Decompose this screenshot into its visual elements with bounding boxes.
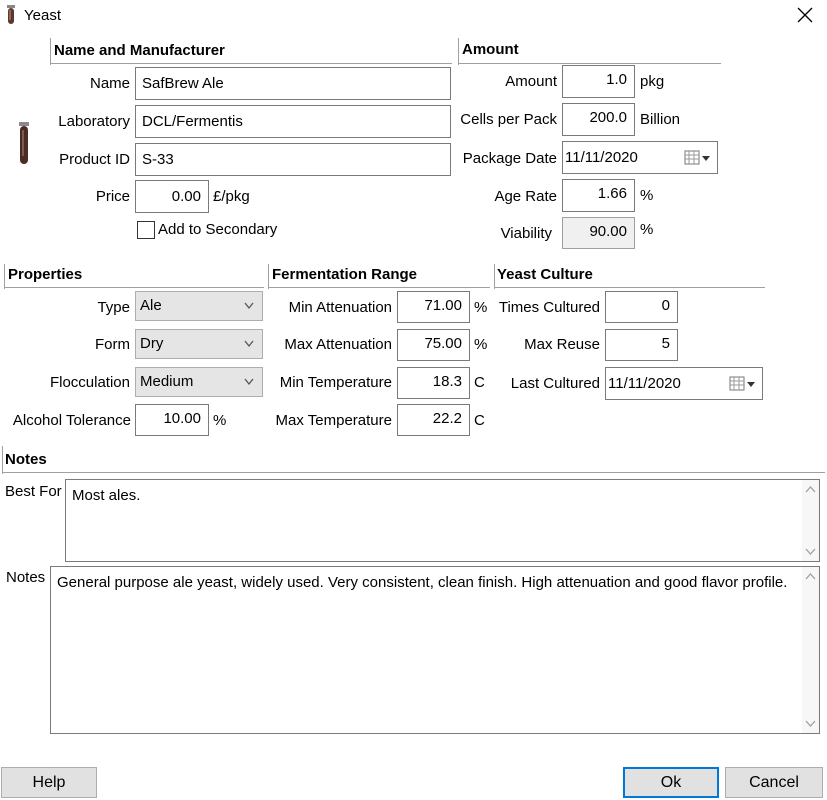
form-label: Form — [95, 336, 130, 353]
max-attenuation-input[interactable]: 75.00 — [397, 329, 470, 361]
section-amount: Amount — [462, 41, 519, 58]
flocculation-value: Medium — [140, 373, 194, 390]
scroll-up-icon[interactable] — [805, 573, 816, 580]
name-label: Name — [89, 75, 130, 92]
type-label: Type — [97, 299, 130, 316]
age-rate-label: Age Rate — [494, 188, 557, 205]
times-cultured-label: Times Cultured — [498, 299, 600, 316]
max-attenuation-unit: % — [474, 336, 488, 353]
max-temperature-input[interactable]: 22.2 — [397, 404, 470, 436]
alcohol-tolerance-label: Alcohol Tolerance — [12, 412, 131, 429]
alcohol-tolerance-unit: % — [213, 412, 227, 429]
min-attenuation-label: Min Attenuation — [288, 299, 392, 316]
price-input[interactable]: 0.00 — [135, 180, 209, 213]
package-date-input[interactable]: 11/11/2020 — [562, 141, 718, 174]
form-select[interactable]: Dry — [135, 329, 263, 359]
type-value: Ale — [140, 297, 162, 314]
notes-label: Notes — [6, 569, 46, 586]
package-date-label: Package Date — [462, 150, 557, 167]
title-bar: Yeast — [0, 0, 827, 32]
section-properties: Properties — [8, 266, 83, 283]
flocculation-select[interactable]: Medium — [135, 367, 263, 397]
max-temperature-unit: C — [474, 412, 485, 429]
name-input[interactable]: SafBrew Ale — [135, 67, 451, 100]
last-cultured-value: 11/11/2020 — [608, 375, 681, 392]
notes-textarea[interactable]: General purpose ale yeast, widely used. … — [50, 566, 820, 734]
alcohol-tolerance-input[interactable]: 10.00 — [135, 404, 209, 436]
cells-per-pack-input[interactable]: 200.0 — [562, 103, 635, 136]
calendar-dropdown-icon[interactable] — [728, 374, 758, 394]
cancel-button[interactable]: Cancel — [725, 767, 823, 798]
chevron-down-icon — [244, 378, 254, 386]
max-reuse-input[interactable]: 5 — [605, 329, 678, 361]
min-temperature-unit: C — [474, 374, 485, 391]
scroll-down-icon[interactable] — [805, 548, 816, 555]
scroll-up-icon[interactable] — [805, 486, 816, 493]
add-to-secondary-label[interactable]: Add to Secondary — [158, 220, 277, 240]
section-yeast-culture: Yeast Culture — [497, 266, 593, 283]
yeast-tube-icon — [19, 122, 29, 164]
price-label: Price — [95, 188, 130, 205]
laboratory-label: Laboratory — [58, 113, 130, 130]
ok-button[interactable]: Ok — [623, 767, 719, 798]
product-id-label: Product ID — [59, 151, 130, 168]
section-name-manufacturer: Name and Manufacturer — [54, 42, 225, 59]
best-for-label: Best For — [5, 483, 62, 500]
laboratory-input[interactable]: DCL/Fermentis — [135, 105, 451, 138]
help-button[interactable]: Help — [1, 767, 97, 798]
viability-unit: % — [640, 221, 654, 238]
type-select[interactable]: Ale — [135, 291, 263, 321]
best-for-text: Most ales. — [72, 487, 141, 504]
max-temperature-label: Max Temperature — [275, 412, 392, 429]
chevron-down-icon — [244, 340, 254, 348]
min-attenuation-unit: % — [474, 299, 488, 316]
flocculation-label: Flocculation — [49, 374, 130, 391]
notes-text: General purpose ale yeast, widely used. … — [57, 574, 788, 591]
best-for-textarea[interactable]: Most ales. — [65, 479, 820, 562]
calendar-dropdown-icon[interactable] — [683, 148, 713, 168]
form-value: Dry — [140, 335, 164, 352]
package-date-value: 11/11/2020 — [565, 149, 638, 166]
section-fermentation-range: Fermentation Range — [272, 266, 418, 283]
section-notes: Notes — [5, 451, 47, 468]
add-to-secondary-checkbox[interactable] — [137, 221, 155, 239]
min-temperature-label: Min Temperature — [279, 374, 392, 391]
product-id-input[interactable]: S-33 — [135, 143, 451, 176]
min-temperature-input[interactable]: 18.3 — [397, 367, 470, 399]
notes-scrollbar[interactable] — [802, 567, 819, 733]
times-cultured-input[interactable]: 0 — [605, 291, 678, 323]
last-cultured-input[interactable]: 11/11/2020 — [605, 367, 763, 400]
chevron-down-icon — [244, 302, 254, 310]
scroll-down-icon[interactable] — [805, 720, 816, 727]
amount-label: Amount — [505, 73, 557, 90]
viability-field: 90.00 — [562, 217, 635, 249]
age-rate-input[interactable]: 1.66 — [562, 179, 635, 212]
amount-input[interactable]: 1.0 — [562, 65, 635, 98]
max-attenuation-label: Max Attenuation — [284, 336, 392, 353]
close-icon[interactable] — [797, 7, 813, 23]
min-attenuation-input[interactable]: 71.00 — [397, 291, 470, 323]
amount-unit: pkg — [640, 73, 665, 90]
cells-per-pack-label: Cells per Pack — [460, 111, 557, 128]
last-cultured-label: Last Cultured — [510, 375, 600, 392]
max-reuse-label: Max Reuse — [524, 336, 600, 353]
viability-label: Viability — [500, 225, 552, 242]
age-rate-unit: % — [640, 187, 654, 204]
price-unit: £/pkg — [213, 188, 250, 205]
test-tube-icon — [7, 5, 15, 24]
cells-per-pack-unit: Billion — [640, 111, 681, 128]
window-title: Yeast — [24, 7, 61, 24]
best-for-scrollbar[interactable] — [802, 480, 819, 561]
